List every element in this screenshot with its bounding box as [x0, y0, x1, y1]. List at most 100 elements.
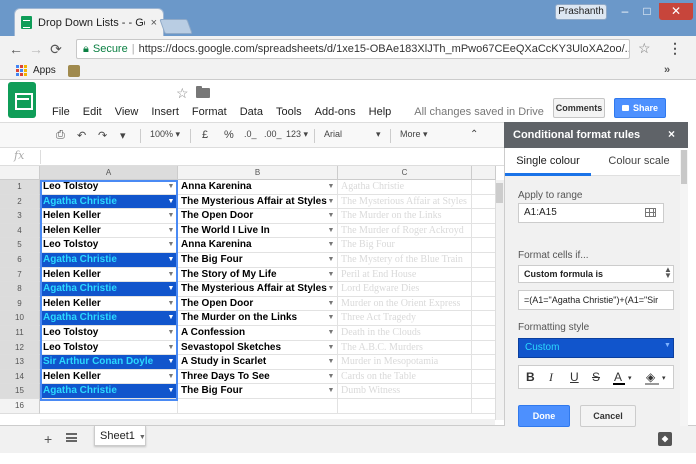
- dropdown-arrow-icon[interactable]: ▼: [326, 195, 336, 209]
- row-header[interactable]: 6: [0, 253, 40, 268]
- cell-d[interactable]: [472, 384, 496, 399]
- tab-close-icon[interactable]: ×: [151, 17, 157, 29]
- row-header[interactable]: 14: [0, 369, 40, 385]
- dropdown-arrow-icon[interactable]: ▼: [326, 180, 336, 194]
- cell-d[interactable]: [472, 311, 496, 326]
- column-header-b[interactable]: B: [178, 166, 338, 180]
- cell-d[interactable]: [472, 223, 496, 239]
- currency-button[interactable]: £: [202, 129, 208, 141]
- extension-bookmark-icon[interactable]: [67, 64, 80, 77]
- tab-single-colour[interactable]: Single colour: [505, 148, 591, 176]
- profile-button[interactable]: Prashanth: [555, 4, 607, 20]
- move-to-folder-icon[interactable]: [196, 86, 210, 98]
- cell-c[interactable]: The A.B.C. Murders: [338, 340, 472, 356]
- cell-c[interactable]: Death in the Clouds: [338, 326, 472, 341]
- dropdown-arrow-icon[interactable]: ▼: [326, 253, 336, 267]
- cell-c[interactable]: Three Act Tragedy: [338, 311, 472, 326]
- row-header[interactable]: 7: [0, 267, 40, 283]
- comments-button[interactable]: Comments: [553, 98, 605, 118]
- sheet-tab[interactable]: Sheet1 ▼: [94, 426, 146, 446]
- cell-c[interactable]: Murder on the Orient Express: [338, 296, 472, 312]
- menu-insert[interactable]: Insert: [151, 106, 179, 118]
- row-header[interactable]: 10: [0, 311, 40, 326]
- menu-edit[interactable]: Edit: [83, 106, 102, 118]
- more-toolbar-button[interactable]: More ▾: [400, 129, 428, 140]
- formula-bar[interactable]: [0, 148, 504, 166]
- cell-d[interactable]: [472, 253, 496, 268]
- row-header[interactable]: 12: [0, 340, 40, 356]
- sheets-logo-icon[interactable]: [8, 82, 36, 118]
- select-range-grid-icon[interactable]: [645, 208, 656, 217]
- row-header[interactable]: 13: [0, 355, 40, 370]
- cell-d[interactable]: [472, 399, 496, 414]
- cell-d[interactable]: [472, 326, 496, 341]
- cell-d[interactable]: [472, 267, 496, 283]
- cell-b[interactable]: The Mysterious Affair at Styles: [178, 282, 338, 297]
- dropdown-arrow-icon[interactable]: ▼: [326, 326, 336, 340]
- row-header[interactable]: 15: [0, 384, 40, 399]
- cell-b[interactable]: The Murder on the Links: [178, 311, 338, 326]
- new-tab-button[interactable]: [159, 19, 193, 34]
- reload-icon[interactable]: ⟳: [46, 41, 66, 58]
- print-icon[interactable]: ⎙: [56, 129, 65, 142]
- cell-b[interactable]: Three Days To See: [178, 369, 338, 385]
- dropdown-arrow-icon[interactable]: ▼: [326, 341, 336, 355]
- cell-c[interactable]: The Murder of Roger Ackroyd: [338, 223, 472, 239]
- row-header[interactable]: 5: [0, 238, 40, 253]
- explore-icon[interactable]: [658, 432, 672, 446]
- dropdown-arrow-icon[interactable]: ▼: [326, 297, 336, 311]
- redo-icon[interactable]: ↷: [98, 129, 107, 142]
- panel-scroll-thumb[interactable]: [681, 150, 687, 184]
- row-header[interactable]: 2: [0, 194, 40, 210]
- cell-c[interactable]: Dumb Witness: [338, 384, 472, 399]
- sheet-tab-dropdown-icon[interactable]: ▼: [139, 434, 146, 441]
- cell-b[interactable]: The Big Four: [178, 384, 338, 399]
- style-dropdown-icon[interactable]: ▼: [664, 342, 671, 349]
- cell-b[interactable]: A Confession: [178, 326, 338, 341]
- row-header[interactable]: 3: [0, 209, 40, 224]
- strikethrough-button[interactable]: S: [592, 370, 600, 384]
- menu-addons[interactable]: Add-ons: [315, 106, 356, 118]
- cancel-button[interactable]: Cancel: [580, 405, 636, 427]
- browser-tab[interactable]: Drop Down Lists - - Goo ×: [14, 8, 164, 36]
- select-all-corner[interactable]: [0, 166, 40, 180]
- save-status[interactable]: All changes saved in Drive: [414, 106, 544, 118]
- cell-c[interactable]: Murder in Mesopotamia: [338, 355, 472, 370]
- undo-icon[interactable]: ↶: [77, 129, 86, 142]
- cell-b[interactable]: Sevastopol Sketches: [178, 340, 338, 356]
- cell-d[interactable]: [472, 355, 496, 370]
- cell-d[interactable]: [472, 340, 496, 356]
- window-close-button[interactable]: ✕: [659, 3, 693, 20]
- bookmark-star-icon[interactable]: ☆: [638, 40, 651, 57]
- custom-formula-input[interactable]: =(A1="Agatha Christie")+(A1="Sir: [518, 290, 674, 310]
- menu-file[interactable]: File: [52, 106, 70, 118]
- more-formats-select[interactable]: 123 ▾: [286, 129, 308, 140]
- underline-button[interactable]: U: [570, 370, 579, 384]
- column-header-a[interactable]: A: [40, 166, 178, 180]
- cell-c[interactable]: Cards on the Table: [338, 369, 472, 385]
- cell-c[interactable]: The Mysterious Affair at Styles: [338, 194, 472, 210]
- font-select[interactable]: Arial ▾: [324, 129, 382, 139]
- cell-c[interactable]: The Mystery of the Blue Train: [338, 253, 472, 268]
- dropdown-arrow-icon[interactable]: ▼: [326, 224, 336, 238]
- text-color-dropdown-icon[interactable]: ▾: [628, 374, 632, 382]
- menu-data[interactable]: Data: [240, 106, 263, 118]
- cell-d[interactable]: [472, 238, 496, 253]
- window-minimize-button[interactable]: –: [614, 3, 636, 20]
- menu-help[interactable]: Help: [369, 106, 392, 118]
- cell-a[interactable]: [40, 399, 178, 414]
- vertical-scroll-thumb[interactable]: [496, 183, 503, 203]
- percent-button[interactable]: %: [224, 129, 234, 141]
- star-document-icon[interactable]: ☆: [176, 85, 189, 102]
- dropdown-arrow-icon[interactable]: ▼: [326, 384, 336, 398]
- bookmarks-overflow-icon[interactable]: »: [664, 64, 670, 76]
- dropdown-arrow-icon[interactable]: ▼: [326, 238, 336, 252]
- zoom-select[interactable]: 100% ▾: [150, 129, 180, 140]
- menu-tools[interactable]: Tools: [276, 106, 302, 118]
- cell-b[interactable]: The Big Four: [178, 253, 338, 268]
- cell-d[interactable]: [472, 282, 496, 297]
- row-header[interactable]: 8: [0, 282, 40, 297]
- row-header[interactable]: 4: [0, 223, 40, 239]
- tab-colour-scale[interactable]: Colour scale: [595, 148, 683, 176]
- row-header[interactable]: 11: [0, 326, 40, 341]
